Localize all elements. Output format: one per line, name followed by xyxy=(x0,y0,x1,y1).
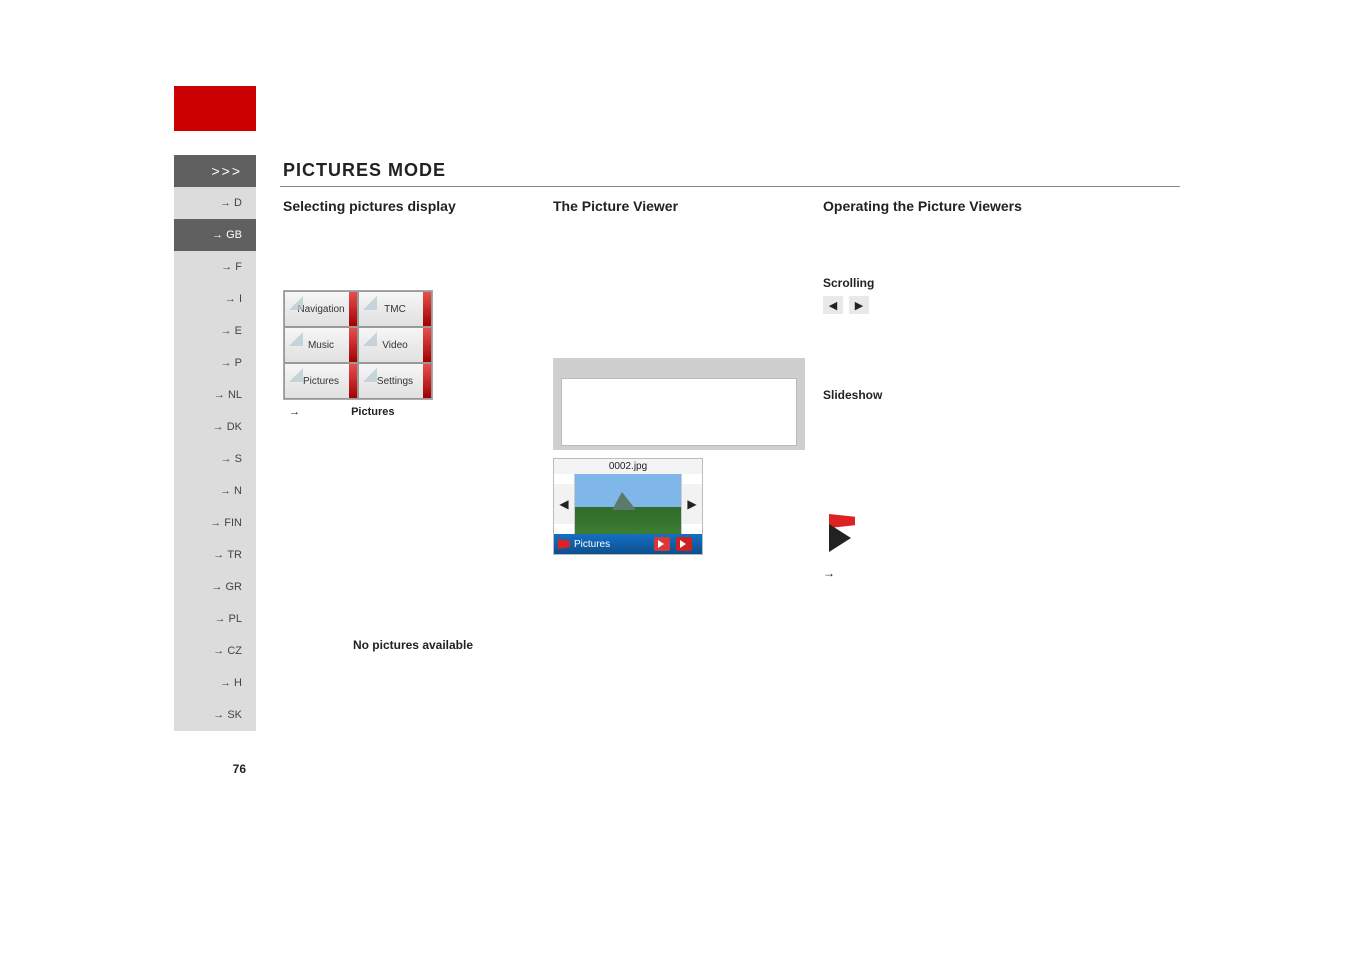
sidebar-item-cz[interactable]: → CZ xyxy=(174,635,256,667)
sidebar-item-gb[interactable]: → GB xyxy=(174,219,256,251)
sidebar-item-e[interactable]: → E xyxy=(174,315,256,347)
fullscreen-icon[interactable] xyxy=(676,537,692,551)
sidebar-item-sk[interactable]: → SK xyxy=(174,699,256,731)
menu-tmc: TMC xyxy=(358,291,432,327)
arrow-icon: → xyxy=(289,406,300,418)
sidebar-item-n[interactable]: → N xyxy=(174,475,256,507)
viewer-filename: 0002.jpg xyxy=(554,459,702,474)
sidebar-item-f[interactable]: → F xyxy=(174,251,256,283)
manual-page: >>> → D → GB → F → I → E → P → NL → DK →… xyxy=(0,0,1351,954)
divider xyxy=(280,186,1180,187)
menu-caption: → Pictures xyxy=(283,406,543,418)
sidebar-item-s[interactable]: → S xyxy=(174,443,256,475)
slideshow-heading: Slideshow xyxy=(823,388,1093,402)
arrow-icon: → xyxy=(823,566,835,580)
sidebar-item-tr[interactable]: → TR xyxy=(174,539,256,571)
scroll-next-button[interactable]: ▶ xyxy=(849,296,869,314)
sidebar-item-d[interactable]: → D xyxy=(174,187,256,219)
page-title: PICTURES MODE xyxy=(283,160,446,181)
viewer-pictures-button[interactable]: Pictures xyxy=(558,539,610,550)
column-selecting-display: Selecting pictures display Navigation TM… xyxy=(283,198,543,652)
main-menu-illustration: Navigation TMC Music Video Pictures Sett… xyxy=(283,290,433,400)
menu-pictures: Pictures xyxy=(284,363,358,399)
sidebar-header: >>> xyxy=(174,155,256,187)
sidebar-item-gr[interactable]: → GR xyxy=(174,571,256,603)
sidebar-item-i[interactable]: → I xyxy=(174,283,256,315)
viewer-blank-area xyxy=(561,378,797,446)
page-number: 76 xyxy=(174,762,256,776)
play-icon xyxy=(829,524,851,552)
brand-block xyxy=(174,86,256,131)
sidebar-item-nl[interactable]: → NL xyxy=(174,379,256,411)
menu-caption-label: Pictures xyxy=(351,406,394,418)
scroll-buttons: ◀ ▶ xyxy=(823,296,1093,314)
menu-navigation: Navigation xyxy=(284,291,358,327)
sidebar-item-fin[interactable]: → FIN xyxy=(174,507,256,539)
viewer-prev-button[interactable]: ◀ xyxy=(554,484,574,524)
flag-icon xyxy=(558,539,570,549)
picture-viewer-ui: 0002.jpg ◀ ▶ Pictures xyxy=(553,458,703,555)
arrow-icon: >>> xyxy=(211,163,242,179)
col2-heading: The Picture Viewer xyxy=(553,198,813,214)
sidebar-item-pl[interactable]: → PL xyxy=(174,603,256,635)
menu-video: Video xyxy=(358,327,432,363)
viewer-bottom-bar: Pictures xyxy=(554,534,702,554)
column-picture-viewer: The Picture Viewer 0002.jpg ◀ ▶ Pictures xyxy=(553,198,813,555)
menu-music: Music xyxy=(284,327,358,363)
slideshow-icon[interactable] xyxy=(654,537,670,551)
viewer-photo xyxy=(574,474,682,534)
language-sidebar: >>> → D → GB → F → I → E → P → NL → DK →… xyxy=(174,155,256,731)
viewer-next-button[interactable]: ▶ xyxy=(682,484,702,524)
viewer-bottom-label: Pictures xyxy=(574,539,610,550)
col1-heading: Selecting pictures display xyxy=(283,198,543,214)
col3-heading: Operating the Picture Viewers xyxy=(823,198,1093,214)
scroll-prev-button[interactable]: ◀ xyxy=(823,296,843,314)
sidebar-item-p[interactable]: → P xyxy=(174,347,256,379)
viewer-background xyxy=(553,358,805,450)
no-pictures-message: No pictures available xyxy=(283,638,543,652)
column-operating-viewer: Operating the Picture Viewers Scrolling … xyxy=(823,198,1093,580)
sidebar-item-dk[interactable]: → DK xyxy=(174,411,256,443)
slideshow-play-icon[interactable] xyxy=(823,514,865,556)
slideshow-caption: → xyxy=(823,566,1093,580)
scrolling-heading: Scrolling xyxy=(823,276,1093,290)
menu-settings: Settings xyxy=(358,363,432,399)
sidebar-item-h[interactable]: → H xyxy=(174,667,256,699)
